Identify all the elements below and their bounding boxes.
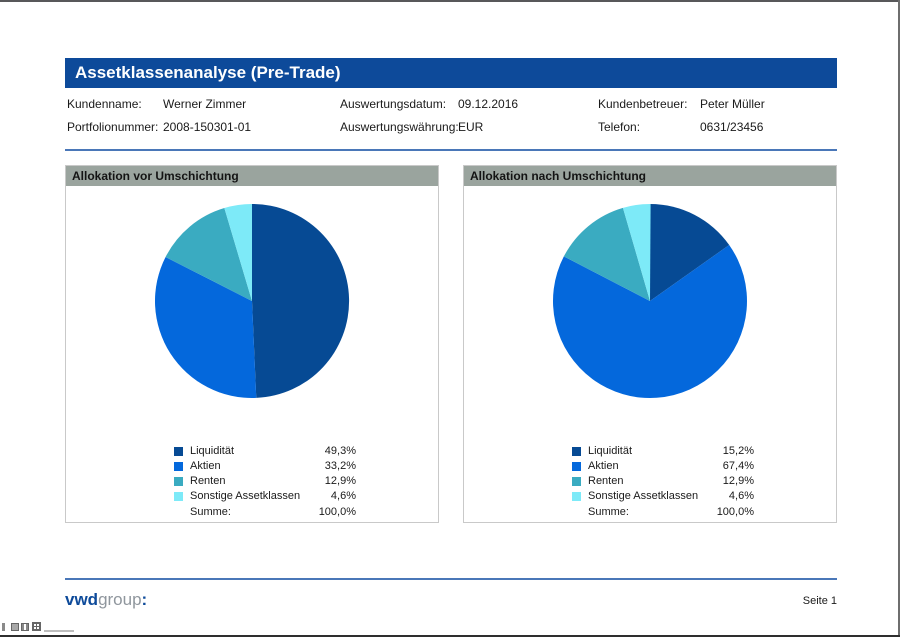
legend-label: Sonstige Assetklassen — [190, 490, 314, 502]
logo-group-text: group — [98, 590, 141, 609]
legend-row: Renten 12,9% — [174, 475, 356, 487]
info-value-portfolionummer: 2008-150301-01 — [163, 120, 340, 134]
info-value-auswertungsdatum: 09.12.2016 — [458, 97, 598, 111]
legend-row: Liquidität 49,3% — [174, 445, 356, 457]
legend-swatch-sonstige-icon — [174, 492, 183, 501]
legend-swatch-spacer — [174, 508, 183, 517]
legend-row: Sonstige Assetklassen 4,6% — [174, 490, 356, 502]
logo-colon-text: : — [142, 590, 148, 609]
legend-value: 15,2% — [712, 445, 754, 457]
legend-value: 4,6% — [712, 490, 754, 502]
legend-label: Liquidität — [190, 445, 314, 457]
info-label-portfolionummer: Portfolionummer: — [67, 120, 163, 134]
report-info-header: Kundenname: Werner Zimmer Auswertungsdat… — [65, 88, 837, 138]
legend-label: Sonstige Assetklassen — [588, 490, 712, 502]
legend-row: Aktien 33,2% — [174, 460, 356, 472]
view-single-page-icon[interactable] — [11, 623, 19, 631]
view-grid-icon[interactable] — [32, 622, 41, 631]
panel-allokation-vor: Allokation vor Umschichtung Liquidität 4… — [65, 165, 439, 523]
legend-label: Aktien — [588, 460, 712, 472]
legend-swatch-liquiditaet-icon — [174, 447, 183, 456]
legend-total-label: Summe: — [190, 506, 314, 518]
report-page: Assetklassenanalyse (Pre-Trade) Kundenna… — [65, 58, 837, 610]
pie-chart-vor-umschichtung — [152, 201, 352, 401]
legend-value: 67,4% — [712, 460, 754, 472]
legend-total-label: Summe: — [588, 506, 712, 518]
legend-row: Renten 12,9% — [572, 475, 754, 487]
footer-divider-rule — [65, 578, 837, 580]
pie-chart-nach-umschichtung — [550, 201, 750, 401]
page-title: Assetklassenanalyse (Pre-Trade) — [75, 63, 341, 82]
legend-swatch-liquiditaet-icon — [572, 447, 581, 456]
panel-title-nach: Allokation nach Umschichtung — [470, 169, 646, 183]
legend-value: 49,3% — [314, 445, 356, 457]
info-label-kundenbetreuer: Kundenbetreuer: — [598, 97, 700, 111]
panel-header: Allokation nach Umschichtung — [464, 166, 836, 186]
window-border-top — [0, 0, 900, 2]
panel-header: Allokation vor Umschichtung — [66, 166, 438, 186]
legend-row: Liquidität 15,2% — [572, 445, 754, 457]
legend-swatch-renten-icon — [572, 477, 581, 486]
legend-swatch-renten-icon — [174, 477, 183, 486]
pie-slice-liquidität — [252, 204, 349, 398]
legend-label: Aktien — [190, 460, 314, 472]
legend-row: Aktien 67,4% — [572, 460, 754, 472]
legend-value: 12,9% — [712, 475, 754, 487]
info-label-auswertungswaehrung: Auswertungswährung: — [340, 120, 458, 134]
pie-legend-nach: Liquidität 15,2% Aktien 67,4% Renten 12,… — [572, 445, 754, 518]
view-columns-icon[interactable] — [2, 623, 5, 631]
legend-swatch-aktien-icon — [572, 462, 581, 471]
panel-allokation-nach: Allokation nach Umschichtung Liquidität … — [463, 165, 837, 523]
info-label-kundenname: Kundenname: — [67, 97, 163, 111]
info-value-kundenbetreuer: Peter Müller — [700, 97, 837, 111]
info-label-auswertungsdatum: Auswertungsdatum: — [340, 97, 458, 111]
legend-label: Renten — [190, 475, 314, 487]
legend-total-row: Summe: 100,0% — [174, 506, 356, 518]
legend-label: Liquidität — [588, 445, 712, 457]
legend-swatch-spacer — [572, 508, 581, 517]
legend-swatch-sonstige-icon — [572, 492, 581, 501]
legend-label: Renten — [588, 475, 712, 487]
legend-value: 33,2% — [314, 460, 356, 472]
legend-row: Sonstige Assetklassen 4,6% — [572, 490, 754, 502]
vwd-group-logo: vwdgroup: — [65, 590, 147, 610]
info-value-kundenname: Werner Zimmer — [163, 97, 340, 111]
legend-total-value: 100,0% — [712, 506, 754, 518]
legend-swatch-aktien-icon — [174, 462, 183, 471]
legend-total-value: 100,0% — [314, 506, 356, 518]
page-number-label: Seite 1 — [803, 595, 837, 610]
legend-value: 4,6% — [314, 490, 356, 502]
panel-title-vor: Allokation vor Umschichtung — [72, 169, 239, 183]
info-value-auswertungswaehrung: EUR — [458, 120, 598, 134]
info-label-telefon: Telefon: — [598, 120, 700, 134]
report-footer: vwdgroup: Seite 1 — [65, 590, 837, 610]
info-value-telefon: 0631/23456 — [700, 120, 837, 134]
chart-panels-row: Allokation vor Umschichtung Liquidität 4… — [65, 165, 837, 523]
legend-total-row: Summe: 100,0% — [572, 506, 754, 518]
logo-vwd-text: vwd — [65, 590, 98, 609]
statusbar-divider — [44, 630, 74, 632]
view-two-pages-icon[interactable] — [21, 623, 29, 631]
report-title-bar: Assetklassenanalyse (Pre-Trade) — [65, 58, 837, 88]
header-divider-rule — [65, 149, 837, 151]
legend-value: 12,9% — [314, 475, 356, 487]
pie-legend-vor: Liquidität 49,3% Aktien 33,2% Renten 12,… — [174, 445, 356, 518]
